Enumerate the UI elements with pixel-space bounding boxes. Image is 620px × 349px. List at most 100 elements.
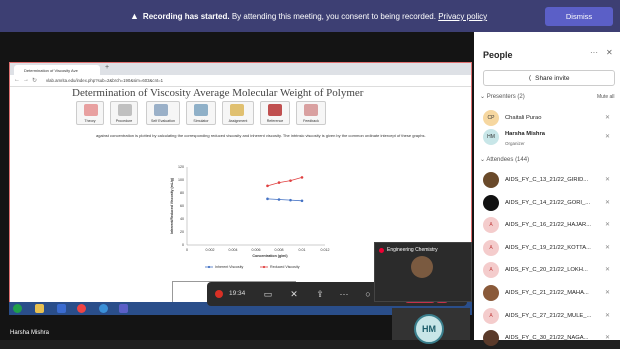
menu-assignment[interactable]: Assignment: [222, 101, 254, 125]
x-axis-label: Concentration (g/ml): [252, 254, 288, 258]
presenters-header[interactable]: ⌄ Presenters (2): [480, 93, 525, 100]
data-point: [300, 199, 304, 203]
assignment-icon: [230, 104, 244, 116]
participant-role: Organizer: [505, 141, 525, 146]
attendee-row[interactable]: AIDS_FY_C_21_21/22_MAHA... ✕: [474, 284, 620, 304]
recording-notice-text: By attending this meeting, you consent t…: [229, 12, 439, 21]
presenter-row[interactable]: HM Harsha Mishra Organizer ✕: [474, 128, 620, 148]
menu-label: Feedback: [303, 119, 319, 123]
participant-name: Chaitali Purao: [505, 115, 542, 121]
mic-off-icon: ✕: [605, 290, 611, 296]
attendee-row[interactable]: AIDS_FY_C_13_21/22_GIRID... ✕: [474, 171, 620, 191]
y-tick-label: 80: [180, 191, 184, 195]
y-tick-label: 20: [180, 230, 184, 234]
dismiss-button[interactable]: Dismiss: [545, 7, 613, 26]
legend-marker: [207, 265, 211, 269]
chrome-icon: [77, 304, 86, 313]
self-evaluation-icon: [154, 104, 168, 116]
mic-off-icon: ✕: [605, 115, 611, 121]
avatar: [483, 285, 499, 301]
live-dot-icon: [379, 248, 384, 253]
close-icon[interactable]: ✕: [606, 48, 613, 57]
more-actions-icon[interactable]: ···: [333, 282, 355, 306]
feedback-icon: [304, 104, 318, 116]
theory-paragraph: against concentration is plotted by calc…: [96, 133, 426, 138]
menu-feedback[interactable]: Feedback: [296, 101, 326, 125]
video-tile-label: Engineering Chemistry: [387, 247, 438, 253]
back-icon[interactable]: ←: [14, 77, 20, 83]
y-tick-label: 120: [178, 165, 184, 169]
avatar: A: [483, 239, 499, 256]
share-invite-label: Share invite: [535, 74, 570, 82]
mic-off-icon: ✕: [605, 134, 611, 140]
recording-notice: ▲ Recording has started. By attending thi…: [130, 11, 487, 21]
attendee-row[interactable]: A AIDS_FY_C_19_21/22_KOTTA... ✕: [474, 239, 620, 259]
x-tick-label: 0.006: [252, 248, 261, 252]
mute-all-button[interactable]: Mute all: [597, 94, 615, 100]
series-line: [267, 177, 303, 187]
menu-self-evaluation[interactable]: Self Evaluation: [146, 101, 180, 125]
reload-icon[interactable]: ↻: [32, 77, 37, 84]
legend-marker: [262, 265, 266, 269]
attendees-label: Attendees (144): [486, 157, 530, 163]
avatar: [483, 172, 499, 188]
self-video-tile[interactable]: HM: [392, 308, 470, 344]
participant-name: AIDS_FY_C_13_21/22_GIRID...: [505, 177, 589, 183]
address-bar: ← → ↻ vlab.amrita.edu/index.php?sub=2&br…: [10, 75, 471, 87]
y-tick-label: 0: [182, 243, 184, 247]
menu-reference[interactable]: Reference: [260, 101, 290, 125]
presenter-row[interactable]: CP Chaitali Purao ✕: [474, 109, 620, 129]
chevron-down-icon: ⌄: [480, 94, 487, 100]
menu-label: Assignment: [228, 119, 248, 123]
people-panel: People ··· ✕ ⟨ Share invite ⌄ Presenters …: [474, 32, 620, 347]
attendee-row[interactable]: A AIDS_FY_C_16_21/22_HAJAR... ✕: [474, 216, 620, 236]
menu-procedure[interactable]: Procedure: [110, 101, 138, 125]
mic-off-icon[interactable]: ✕: [283, 282, 305, 306]
recording-notice-bold: Recording has started.: [142, 12, 230, 21]
browser-tab[interactable]: Determination of Viscosity Ave: [14, 65, 100, 75]
participant-name: AIDS_FY_C_30_21/22_NAGA...: [505, 335, 589, 342]
participant-avatar: [411, 256, 433, 278]
attendees-header[interactable]: ⌄ Attendees (144): [480, 156, 529, 163]
participant-video-tile[interactable]: Engineering Chemistry: [374, 242, 472, 302]
privacy-policy-link[interactable]: Privacy policy: [438, 12, 487, 21]
page-title: Determination of Viscosity Average Molec…: [72, 87, 364, 99]
menu-simulator[interactable]: Simulator: [186, 101, 216, 125]
simulator-icon: [194, 104, 208, 116]
data-point: [266, 184, 269, 188]
mic-off-icon: ✕: [605, 312, 611, 319]
x-tick-label: 0: [186, 248, 188, 252]
teams-icon: [119, 304, 128, 313]
menu-label: Reference: [266, 119, 284, 123]
browser-tabbar: Determination of Viscosity Ave +: [10, 63, 471, 75]
x-tick-label: 0.01: [299, 248, 306, 252]
browser-tab-title: Determination of Viscosity Ave: [24, 68, 78, 73]
data-point: [277, 198, 281, 201]
avatar: A: [483, 262, 499, 279]
attendee-row[interactable]: A AIDS_FY_C_27_21/22_MULE_... ✕: [474, 307, 620, 327]
share-tray-icon[interactable]: ⇪: [309, 282, 331, 306]
y-axis-label: Inherent/Reduced Viscosity (mL/g): [170, 178, 174, 234]
avatar: HM: [483, 129, 499, 145]
recording-banner: ▲ Recording has started. By attending thi…: [0, 0, 620, 32]
participant-name: AIDS_FY_C_14_21/22_GORI_...: [505, 199, 591, 206]
more-options-icon[interactable]: ···: [590, 48, 598, 57]
share-invite-button[interactable]: ⟨ Share invite: [483, 70, 615, 86]
new-tab-icon[interactable]: +: [105, 64, 109, 71]
panel-title: People: [483, 50, 513, 60]
mic-off-icon: ✕: [605, 177, 611, 183]
meeting-timer: 19:34: [229, 290, 246, 297]
attendee-row[interactable]: AIDS_FY_C_30_21/22_NAGA... ✕: [474, 329, 620, 349]
attendee-row[interactable]: AIDS_FY_C_14_21/22_GORI_... ✕: [474, 194, 620, 214]
attendee-row[interactable]: A AIDS_FY_C_20_21/22_LOKH... ✕: [474, 261, 620, 281]
media-icon: [57, 304, 66, 313]
camera-off-icon[interactable]: ▭: [257, 282, 279, 306]
menu-theory[interactable]: Theory: [76, 101, 104, 125]
data-point: [289, 179, 292, 182]
x-tick-label: 0.012: [321, 248, 330, 252]
data-point: [277, 181, 281, 184]
participant-name: AIDS_FY_C_16_21/22_HAJAR...: [505, 222, 592, 229]
forward-icon[interactable]: →: [23, 77, 29, 83]
url-text[interactable]: vlab.amrita.edu/index.php?sub=2&brch=190…: [46, 78, 163, 83]
mic-off-icon: ✕: [605, 335, 611, 342]
